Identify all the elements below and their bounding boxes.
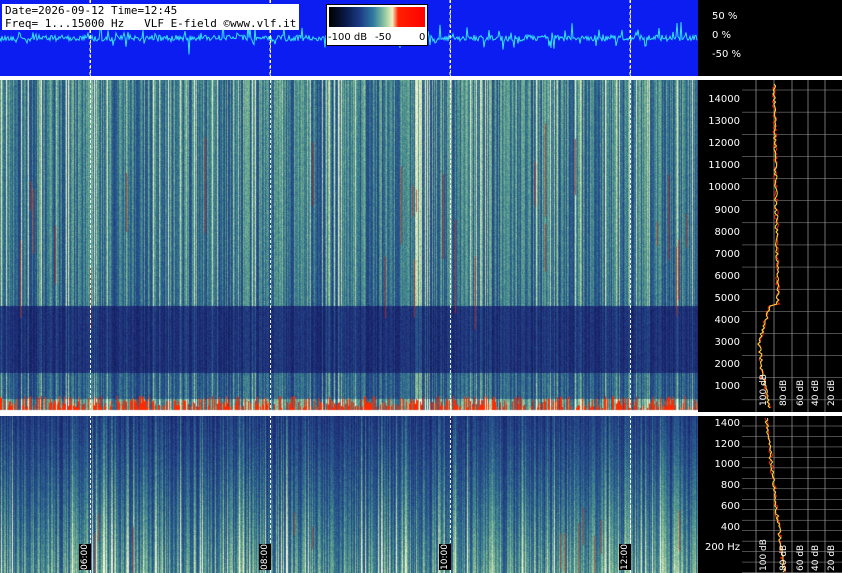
freq-main-tick-label: 7000 [714,248,740,260]
freq-main-tick-label: 14000 [708,94,740,105]
color-gradient [329,7,425,27]
frequency-axis-low: 1400 1200 1000 800 600 400 200 Hz 100 dB 80 dB… [698,416,842,573]
colorbar-label-mid: -50 [375,32,392,43]
freq-low-tick-label: 1400 [714,418,740,429]
spectrogram-main [0,80,698,412]
time-gridline [630,0,631,573]
color-scale-bar: -100 dB -50 0 [326,4,428,46]
freq-main-tick-label: 1000 [714,381,740,393]
freq-main-tick-label: 10000 [708,182,740,194]
db-label: 20 dB [827,379,837,406]
scale-minus-50: -50 % [712,49,742,60]
freq-main-tick-label: 12000 [708,138,740,150]
db-label: 20 dB [827,544,837,571]
colorbar-label-max: 0 [419,32,426,43]
db-label: 40 dB [811,544,821,571]
freq-main-tick-label: 13000 [708,116,740,128]
time-label-1200: 12:00 [619,544,631,570]
db-label: 80 dB [779,379,789,406]
time-label-1000: 10:00 [439,544,451,570]
freq-low-tick-label: 400 [720,521,740,533]
db-label: 60 dB [796,379,806,406]
freq-low-tick-label: 1200 [714,438,740,450]
freq-main-tick-label: 3000 [714,337,740,349]
freq-low-tick-label: 1000 [714,459,740,471]
vlf-spectrogram-window: Date=2026-09-12 Time=12:45 Freq= 1...1500… [0,0,842,573]
freq-low-tick-label: 200 Hz [704,542,740,554]
time-label-0600: 06:00 [79,544,91,570]
freq-source-text: Freq= 1...15000 Hz VLF E-field ©www.vlf.… [5,17,297,30]
date-time-text: Date=2026-09-12 Time=12:45 [5,4,178,17]
frequency-axis-main: 14000 13000 12000 11000 10000 9000 8000 7000 600… [698,80,842,412]
db-label: 80 dB [779,544,789,571]
freq-main-tick-label: 2000 [714,359,740,371]
time-label-0800: 08:00 [259,544,271,570]
waveform-panel: Date=2026-09-12 Time=12:45 Freq= 1...1500… [0,0,698,76]
time-gridline [90,0,91,573]
db-label: 40 dB [811,379,821,406]
scale-50: 50 % [712,11,738,22]
freq-main-tick-label: 6000 [714,270,740,282]
db-label: 100 dB [759,374,769,406]
freq-main-tick-label: 5000 [714,292,740,304]
spectrogram-low-frequency [0,416,698,573]
info-label: Date=2026-09-12 Time=12:45 Freq= 1...1500… [2,4,300,30]
scale-0: 0 % [712,30,732,41]
freq-low-tick-label: 800 [720,480,740,492]
freq-main-tick-label: 4000 [714,315,740,326]
db-label: 60 dB [796,544,806,571]
freq-main-tick-label: 9000 [714,204,740,216]
time-gridline [450,0,451,573]
db-label: 100 dB [759,539,769,571]
freq-main-tick-label: 8000 [714,226,740,238]
freq-main-tick-label: 11000 [708,160,740,172]
time-gridline [270,0,271,573]
colorbar-label-min: -100 dB [328,32,368,43]
freq-low-tick-label: 600 [720,500,740,512]
waveform-scale: 50 % 0 % -50 % [698,0,842,76]
